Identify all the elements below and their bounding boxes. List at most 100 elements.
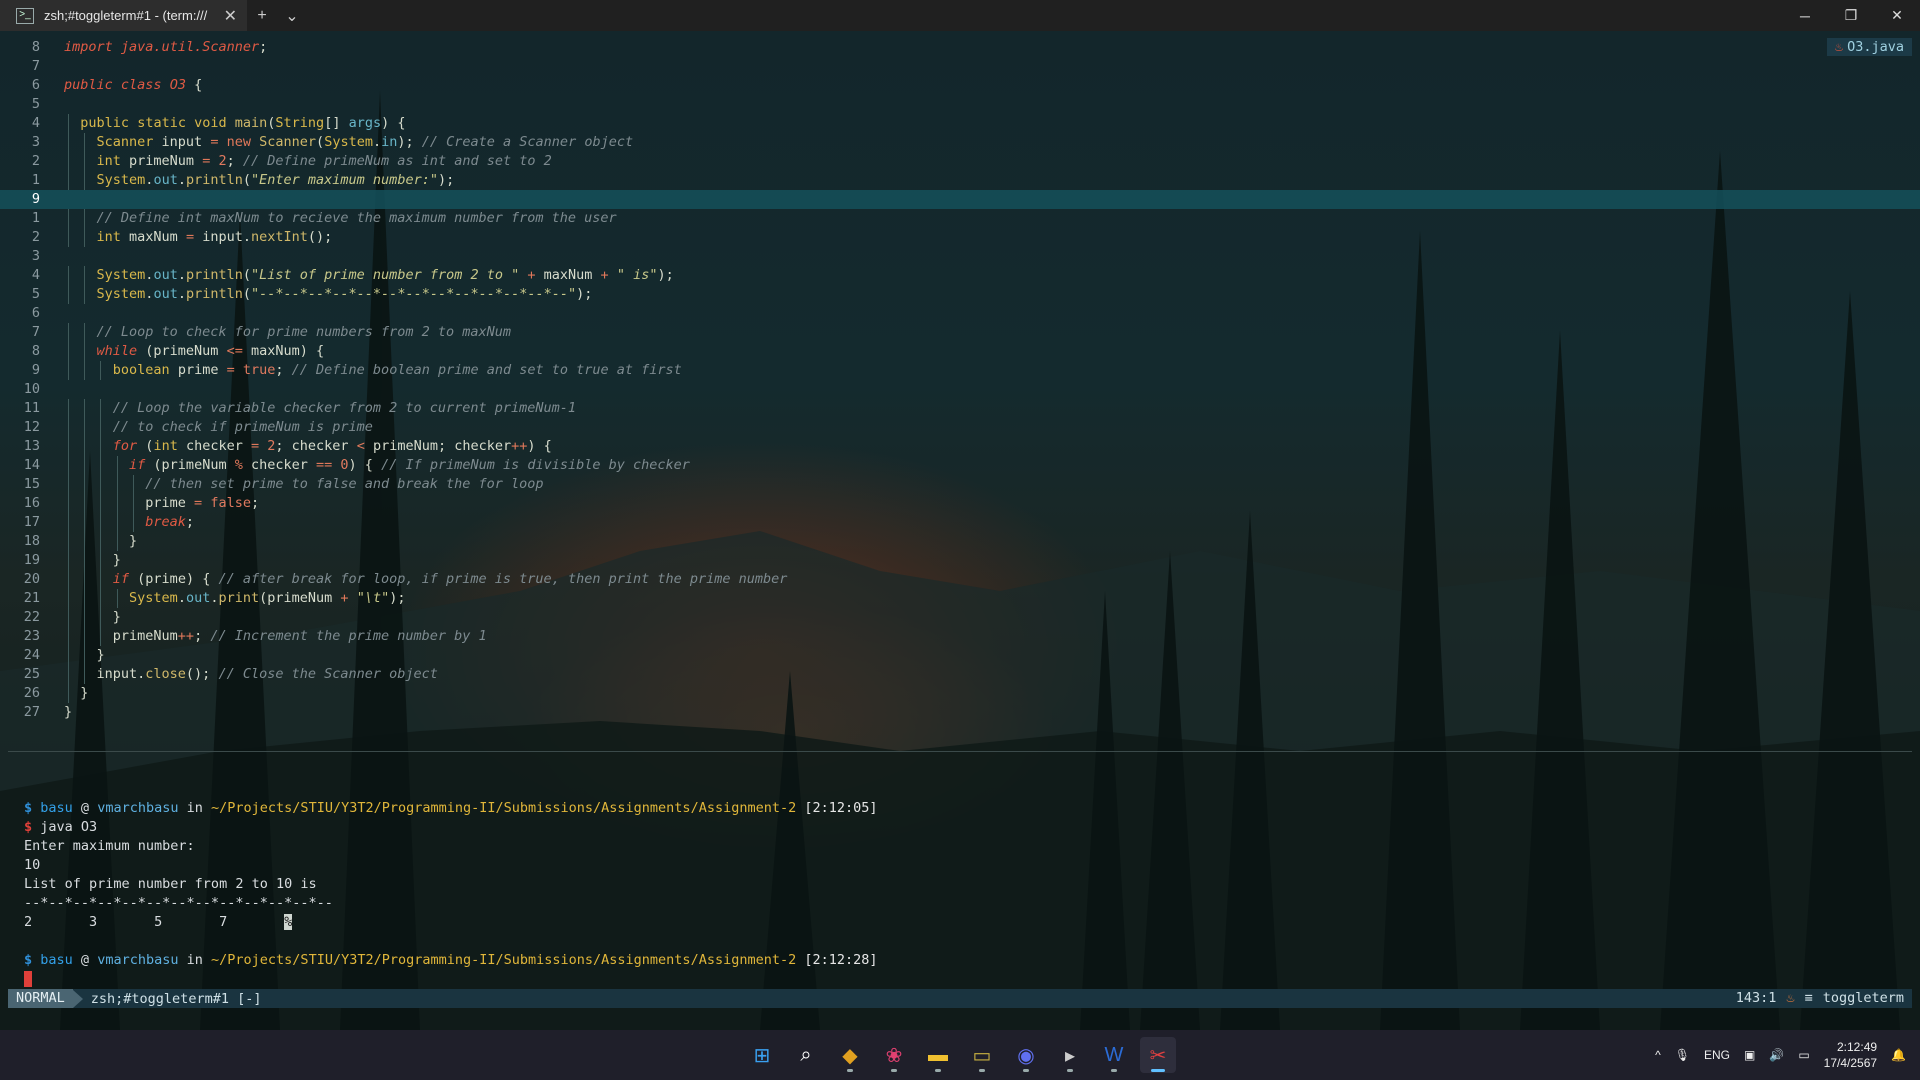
line-number: 1 [31, 210, 40, 226]
tab-title: zsh;#toggleterm#1 - (term:/// [44, 8, 208, 23]
code-line: 2 int primeNum = 2; // Define primeNum a… [0, 152, 1920, 171]
code-line: 7 [0, 57, 1920, 76]
mode-separator [72, 989, 83, 1008]
code-line: 23 primeNum++; // Increment the prime nu… [0, 627, 1920, 646]
code-text: public class O3 { [64, 77, 203, 93]
buffer-name: zsh;#toggleterm#1 [-] [90, 990, 262, 1007]
running-indicator [1151, 1069, 1165, 1072]
output-line: List of prime number from 2 to 10 is [24, 876, 317, 892]
taskbar-discord-button[interactable]: ◉ [1008, 1037, 1044, 1073]
code-line: 8 import java.util.Scanner; [0, 38, 1920, 57]
code-line: 8 while (primeNum <= maxNum) { [0, 342, 1920, 361]
code-text: // Define int maxNum to recieve the maxi… [96, 210, 617, 226]
prompt-line: $ basu @ vmarchbasu in ~/Projects/STIU/Y… [24, 800, 878, 816]
prompt-line: $ basu @ vmarchbasu in ~/Projects/STIU/Y… [24, 952, 878, 968]
line-number: 25 [23, 666, 40, 682]
clock[interactable]: 2:12:49 17/4/2567 [1824, 1039, 1877, 1071]
taskbar-snipping-tool-button[interactable]: ✂ [1140, 1037, 1176, 1073]
start-icon: ⊞ [753, 1044, 771, 1067]
code-text: break; [145, 514, 195, 530]
volume-icon[interactable]: 🔊 [1769, 1048, 1784, 1062]
line-number: 14 [23, 457, 40, 473]
prompt-in: in [186, 800, 203, 816]
terminal-output[interactable]: $ basu @ vmarchbasu in ~/Projects/STIU/Y… [24, 799, 878, 989]
code-text: primeNum++; // Increment the prime numbe… [64, 628, 487, 644]
code-line: 16 prime = false; [0, 494, 1920, 513]
line-number: 27 [23, 704, 40, 720]
line-number: 8 [31, 39, 40, 55]
close-tab-icon[interactable]: ✕ [224, 6, 237, 26]
taskbar-gamebar-button[interactable]: ▭ [964, 1037, 1000, 1073]
code-text: System.out.print(primeNum + "\t"); [129, 590, 406, 606]
list-icon: ≡ [1804, 990, 1813, 1006]
line-number: 22 [23, 609, 40, 625]
notification-icon[interactable]: 🔔 [1891, 1048, 1906, 1062]
output-cursor: % [284, 914, 293, 930]
input-line: 10 [24, 857, 41, 873]
code-line: 2 int maxNum = input.nextInt(); [0, 228, 1920, 247]
line-number: 4 [31, 267, 40, 283]
code-text: while (primeNum <= maxNum) { [96, 343, 325, 359]
command-line: $ java O3 [24, 819, 98, 835]
filetype-icon: ♨ [1786, 990, 1795, 1006]
line-number: 9 [31, 362, 40, 378]
code-line: 10 [0, 380, 1920, 399]
code-line: 6 public class O3 { [0, 76, 1920, 95]
tray-chevron-icon[interactable]: ^ [1655, 1048, 1661, 1062]
terminal-icon: ▸ [1064, 1044, 1076, 1067]
code-line: 14 if (primeNum % checker == 0) { // If … [0, 456, 1920, 475]
code-line: 5 System.out.println("--*--*--*--*--*--*… [0, 285, 1920, 304]
line-number: 24 [23, 647, 40, 663]
taskbar-file-explorer-button[interactable]: ▬ [920, 1037, 956, 1073]
vim-statusline: NORMAL zsh;#toggleterm#1 [-] 143:1 ♨ ≡ t… [8, 989, 1912, 1008]
copilot-icon: ◆ [842, 1044, 858, 1067]
mode-indicator: NORMAL [8, 989, 73, 1008]
restore-button[interactable]: ❐ [1828, 0, 1874, 31]
network-icon[interactable]: ▣ [1744, 1048, 1755, 1062]
close-window-button[interactable]: ✕ [1874, 0, 1920, 31]
code-text: prime = false; [64, 495, 260, 511]
code-text: Scanner input = new Scanner(System.in); … [96, 134, 634, 150]
taskbar-terminal-button[interactable]: ▸ [1052, 1037, 1088, 1073]
prime-value: 2 [24, 914, 33, 930]
code-line: 17 break; [0, 513, 1920, 532]
input-cursor-line[interactable]: $ [24, 970, 878, 989]
prompt-host: vmarchbasu [97, 800, 179, 816]
word-icon: W [1104, 1043, 1124, 1066]
code-line: 11 // Loop the variable checker from 2 t… [0, 399, 1920, 418]
new-tab-button[interactable]: + [247, 7, 277, 25]
taskbar-start-button[interactable]: ⊞ [744, 1037, 780, 1073]
photos-icon: ❀ [885, 1044, 903, 1067]
line-number: 23 [23, 628, 40, 644]
terminal-tab[interactable]: >_ zsh;#toggleterm#1 - (term:/// ✕ [0, 0, 247, 31]
line-number: 18 [23, 533, 40, 549]
minimize-button[interactable]: ─ [1782, 0, 1828, 31]
line-number: 5 [31, 96, 40, 112]
code-line: 13 for (int checker = 2; checker < prime… [0, 437, 1920, 456]
code-text: int maxNum = input.nextInt(); [96, 229, 333, 245]
battery-icon[interactable]: ▭ [1798, 1048, 1809, 1062]
code-text: // Loop to check for prime numbers from … [96, 324, 512, 340]
running-indicator [847, 1069, 853, 1072]
clock-time: 2:12:49 [1837, 1040, 1878, 1054]
code-text: // Loop the variable checker from 2 to c… [112, 400, 577, 416]
microphone-icon[interactable]: 🎙 [1675, 1048, 1690, 1062]
taskbar-search-button[interactable]: ⌕ [788, 1037, 824, 1073]
running-indicator [979, 1069, 985, 1072]
line-number: 13 [23, 438, 40, 454]
taskbar-word-button[interactable]: W [1096, 1037, 1132, 1073]
prime-value: 7 [219, 914, 228, 930]
code-line: 18 } [0, 532, 1920, 551]
code-text: if (prime) { // after break for loop, if… [112, 571, 788, 587]
code-line: 22 } [0, 608, 1920, 627]
tab-dropdown-button[interactable]: ⌄ [277, 6, 307, 26]
language-indicator[interactable]: ENG [1704, 1048, 1730, 1062]
taskbar-photos-button[interactable]: ❀ [876, 1037, 912, 1073]
code-editor[interactable]: 8 import java.util.Scanner; 7 6 public class… [0, 38, 1920, 722]
search-icon: ⌕ [800, 1043, 812, 1066]
line-number: 12 [23, 419, 40, 435]
prompt-at: @ [80, 952, 90, 968]
taskbar-copilot-button[interactable]: ◆ [832, 1037, 868, 1073]
terminal-cursor: $ [24, 971, 33, 987]
code-text: System.out.println("List of prime number… [96, 267, 674, 283]
